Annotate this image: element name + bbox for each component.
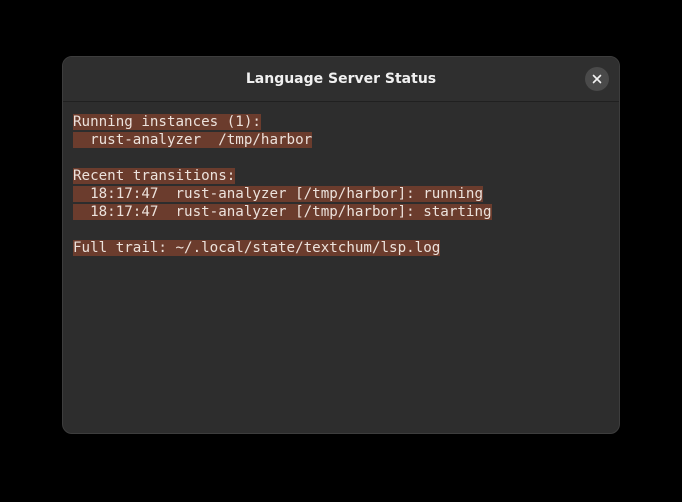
full-trail-path: Full trail: ~/.local/state/textchum/lsp.…	[73, 240, 441, 256]
transition-entry: 18:17:47 rust-analyzer [/tmp/harbor]: st…	[73, 204, 492, 220]
status-line: 18:17:47 rust-analyzer [/tmp/harbor]: ru…	[73, 185, 609, 203]
status-text-view[interactable]: Running instances (1): rust-analyzer /tm…	[63, 102, 619, 257]
status-line: Full trail: ~/.local/state/textchum/lsp.…	[73, 239, 609, 257]
status-line: Running instances (1):	[73, 113, 609, 131]
language-server-status-dialog: Language Server Status Running instances…	[62, 56, 620, 434]
close-button[interactable]	[585, 67, 609, 91]
dialog-title: Language Server Status	[245, 71, 437, 87]
status-line: Recent transitions:	[73, 167, 609, 185]
dialog-header: Language Server Status	[63, 57, 619, 102]
recent-transitions-header: Recent transitions:	[73, 168, 236, 184]
close-icon	[592, 74, 602, 84]
status-line: rust-analyzer /tmp/harbor	[73, 131, 609, 149]
transition-entry: 18:17:47 rust-analyzer [/tmp/harbor]: ru…	[73, 186, 483, 202]
status-line: 18:17:47 rust-analyzer [/tmp/harbor]: st…	[73, 203, 609, 221]
running-instances-header: Running instances (1):	[73, 114, 261, 130]
instance-entry: rust-analyzer /tmp/harbor	[73, 132, 313, 148]
